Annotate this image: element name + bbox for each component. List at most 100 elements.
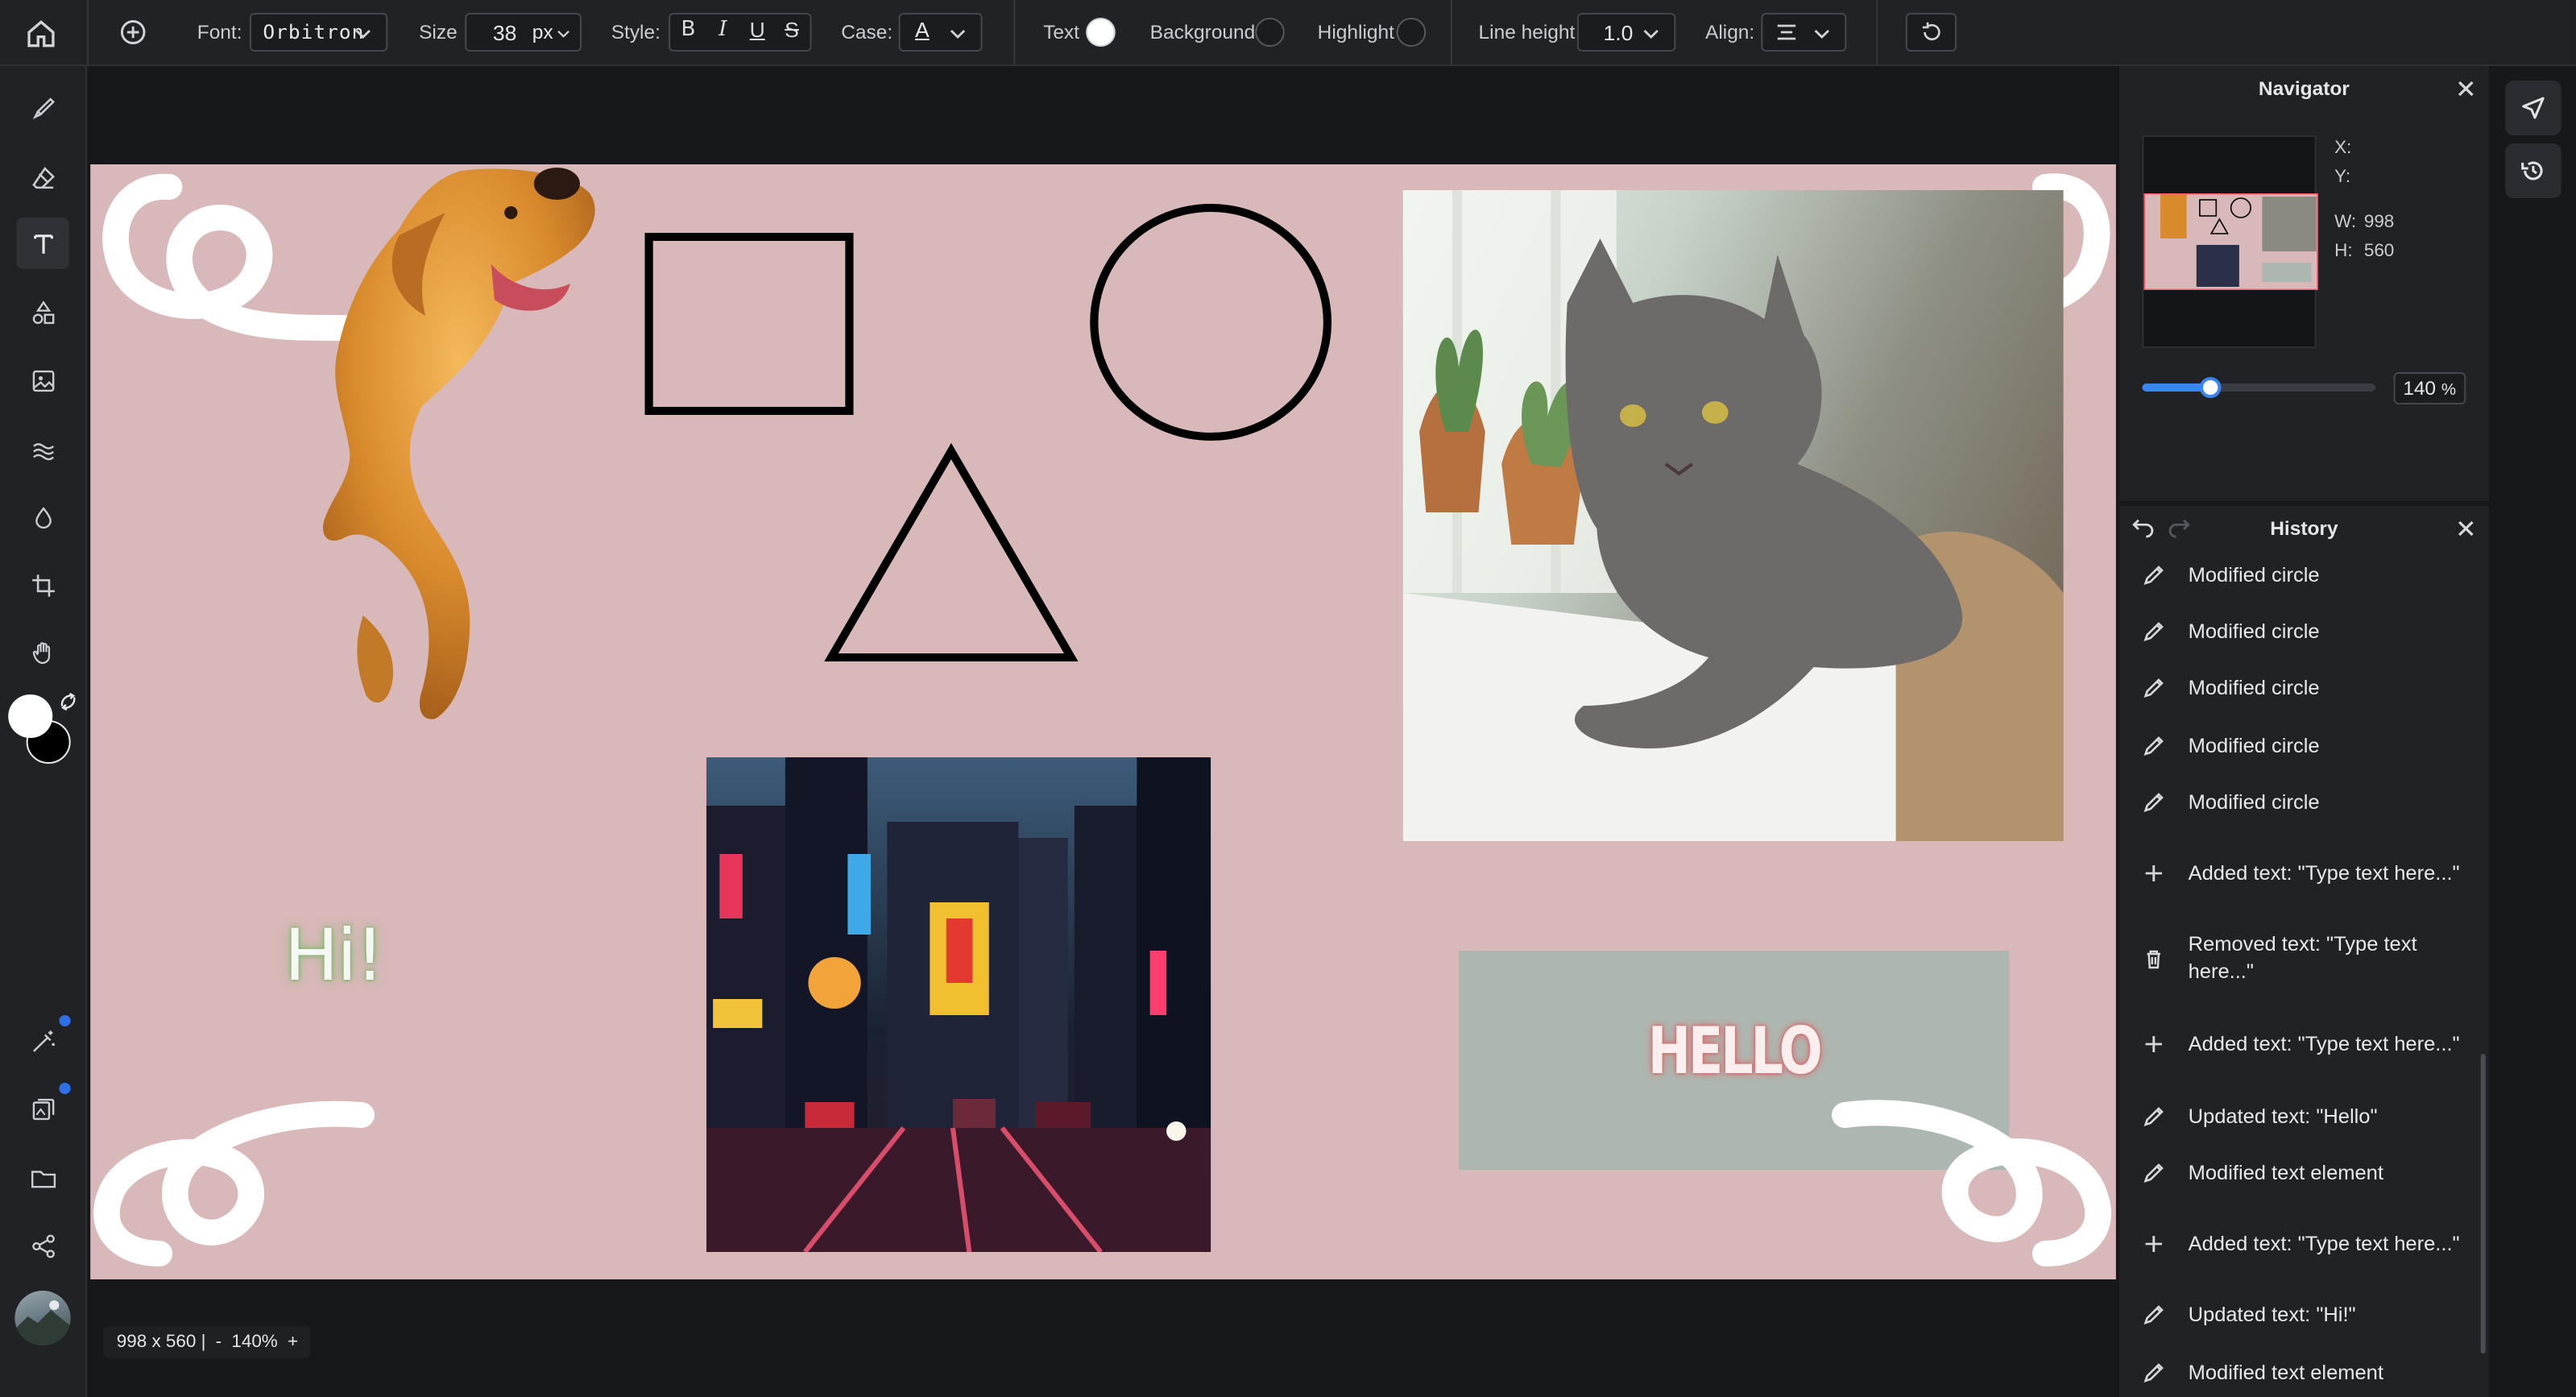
primary-color-swatch[interactable] bbox=[8, 694, 53, 738]
hi-text[interactable]: Hi! bbox=[284, 915, 384, 997]
text-icon bbox=[33, 234, 52, 253]
divider bbox=[1013, 0, 1016, 66]
history-item[interactable]: Modified circle bbox=[2119, 603, 2489, 661]
home-icon[interactable] bbox=[23, 16, 60, 52]
square-shape[interactable] bbox=[644, 232, 854, 416]
case-select[interactable]: A bbox=[898, 13, 983, 52]
history-scrollbar[interactable] bbox=[2480, 1054, 2486, 1353]
history-item[interactable]: Modified text element bbox=[2119, 1344, 2489, 1397]
share-tool[interactable] bbox=[16, 1220, 68, 1271]
shapes-tool[interactable] bbox=[16, 287, 68, 338]
top-toolbar: Font: Orbitron Size 38 px Style: B I U S… bbox=[0, 0, 2576, 66]
close-icon[interactable] bbox=[2456, 519, 2475, 538]
zoom-out-button[interactable]: - bbox=[216, 1333, 222, 1352]
zoom-input[interactable]: 140 % bbox=[2393, 372, 2466, 404]
pencil-icon bbox=[2143, 1362, 2164, 1382]
history-item[interactable]: Updated text: "Hello" bbox=[2119, 1088, 2489, 1145]
pencil-icon bbox=[2143, 793, 2164, 813]
divider bbox=[87, 0, 89, 66]
layers-icon bbox=[31, 1097, 54, 1120]
italic-button[interactable]: I bbox=[708, 16, 738, 45]
eraser-tool[interactable] bbox=[16, 151, 68, 203]
fill-tool[interactable] bbox=[16, 491, 68, 543]
crop-tool[interactable] bbox=[16, 559, 68, 611]
history-item[interactable]: Modified circle bbox=[2119, 774, 2489, 831]
dog-image[interactable] bbox=[264, 164, 609, 728]
chevron-down-icon bbox=[355, 30, 371, 39]
history-item-label: Modified circle bbox=[2188, 620, 2320, 644]
font-select[interactable]: Orbitron bbox=[250, 13, 388, 52]
hello-text: HELLO bbox=[1647, 1015, 1823, 1089]
history-toggle-button[interactable] bbox=[2505, 143, 2562, 198]
image-tool[interactable] bbox=[16, 354, 68, 406]
underline-button[interactable]: U bbox=[743, 16, 772, 45]
avatar[interactable] bbox=[14, 1291, 71, 1345]
zoom-slider-handle[interactable] bbox=[2200, 377, 2222, 398]
align-center-icon bbox=[1777, 24, 1796, 40]
history-item[interactable]: Updated text: "Hi!" bbox=[2119, 1287, 2489, 1344]
crop-icon bbox=[31, 574, 54, 596]
history-item[interactable]: Modified circle bbox=[2119, 661, 2489, 718]
reset-button[interactable] bbox=[1905, 13, 1957, 52]
strikethrough-button[interactable]: S bbox=[777, 16, 807, 45]
pencil-icon bbox=[2143, 1306, 2164, 1325]
text-tool[interactable] bbox=[16, 218, 69, 269]
highlight-color-swatch[interactable] bbox=[1396, 18, 1427, 47]
triangle-shape[interactable] bbox=[823, 441, 1079, 664]
font-label: Font: bbox=[197, 21, 242, 44]
hello-text-box[interactable]: HELLO bbox=[1459, 951, 2010, 1170]
history-item[interactable]: Modified circle bbox=[2119, 546, 2489, 603]
pencil-icon bbox=[2143, 1163, 2164, 1184]
circle-shape[interactable] bbox=[1087, 201, 1334, 443]
divider bbox=[1876, 0, 1878, 66]
history-item[interactable]: Added text: "Type text here..." bbox=[2119, 831, 2489, 917]
history-title: History bbox=[2270, 517, 2338, 540]
history-item[interactable]: Removed text: "Type text here..." bbox=[2119, 917, 2489, 1002]
navigator-thumbnail[interactable] bbox=[2142, 135, 2318, 348]
line-height-select[interactable]: 1.0 bbox=[1576, 13, 1676, 52]
navigation-icon bbox=[2522, 97, 2545, 119]
history-item[interactable]: Modified circle bbox=[2119, 717, 2489, 774]
align-select[interactable] bbox=[1761, 13, 1847, 52]
navigator-panel: Navigator X: Y: W: 998 H: 560 140 % bbox=[2118, 66, 2489, 501]
shapes-icon bbox=[31, 300, 54, 324]
swap-colors-icon[interactable] bbox=[59, 693, 77, 711]
brush-tool[interactable] bbox=[16, 82, 68, 134]
eraser-icon bbox=[31, 166, 55, 189]
zoom-slider[interactable] bbox=[2142, 377, 2376, 398]
history-item[interactable]: Modified text element bbox=[2119, 1145, 2489, 1202]
pencil-icon bbox=[2143, 565, 2164, 585]
background-color-swatch[interactable] bbox=[1255, 18, 1285, 47]
city-photo[interactable] bbox=[706, 757, 1211, 1252]
history-item-label: Modified circle bbox=[2188, 677, 2320, 700]
navigator-preview bbox=[2143, 193, 2318, 290]
size-input[interactable]: 38 px bbox=[465, 13, 582, 52]
cat-photo[interactable] bbox=[1402, 190, 2064, 841]
line-height-label: Line height bbox=[1478, 21, 1576, 44]
image-icon bbox=[31, 369, 54, 392]
history-item-label: Modified circle bbox=[2188, 791, 2320, 815]
add-circle-icon[interactable] bbox=[118, 18, 148, 47]
zoom-in-button[interactable]: + bbox=[288, 1333, 298, 1352]
swirl-bottom-left bbox=[93, 1101, 375, 1266]
history-item[interactable]: Added text: "Type text here..." bbox=[2119, 1002, 2489, 1088]
hand-icon bbox=[31, 641, 50, 664]
navigator-toggle-button[interactable] bbox=[2505, 81, 2562, 135]
close-icon[interactable] bbox=[2456, 79, 2475, 98]
history-item-label: Updated text: "Hi!" bbox=[2188, 1304, 2356, 1327]
font-value: Orbitron bbox=[263, 21, 365, 44]
bold-button[interactable]: B bbox=[673, 16, 703, 45]
history-item-label: Modified circle bbox=[2188, 734, 2320, 757]
canvas-dimensions: 998 x 560 | bbox=[116, 1333, 206, 1352]
open-file-tool[interactable] bbox=[16, 1152, 68, 1204]
notification-dot bbox=[59, 1015, 71, 1026]
chevron-down-icon bbox=[950, 30, 966, 39]
waves-icon bbox=[32, 442, 54, 460]
plus-icon bbox=[2145, 1036, 2162, 1053]
hand-tool[interactable] bbox=[16, 627, 68, 678]
history-item[interactable]: Added text: "Type text here..." bbox=[2119, 1201, 2489, 1287]
text-color-swatch[interactable] bbox=[1086, 18, 1116, 47]
waves-tool[interactable] bbox=[16, 424, 68, 475]
design-canvas[interactable]: Hi! HELLO bbox=[90, 164, 2116, 1279]
history-item-label: Added text: "Type text here..." bbox=[2188, 1232, 2460, 1255]
